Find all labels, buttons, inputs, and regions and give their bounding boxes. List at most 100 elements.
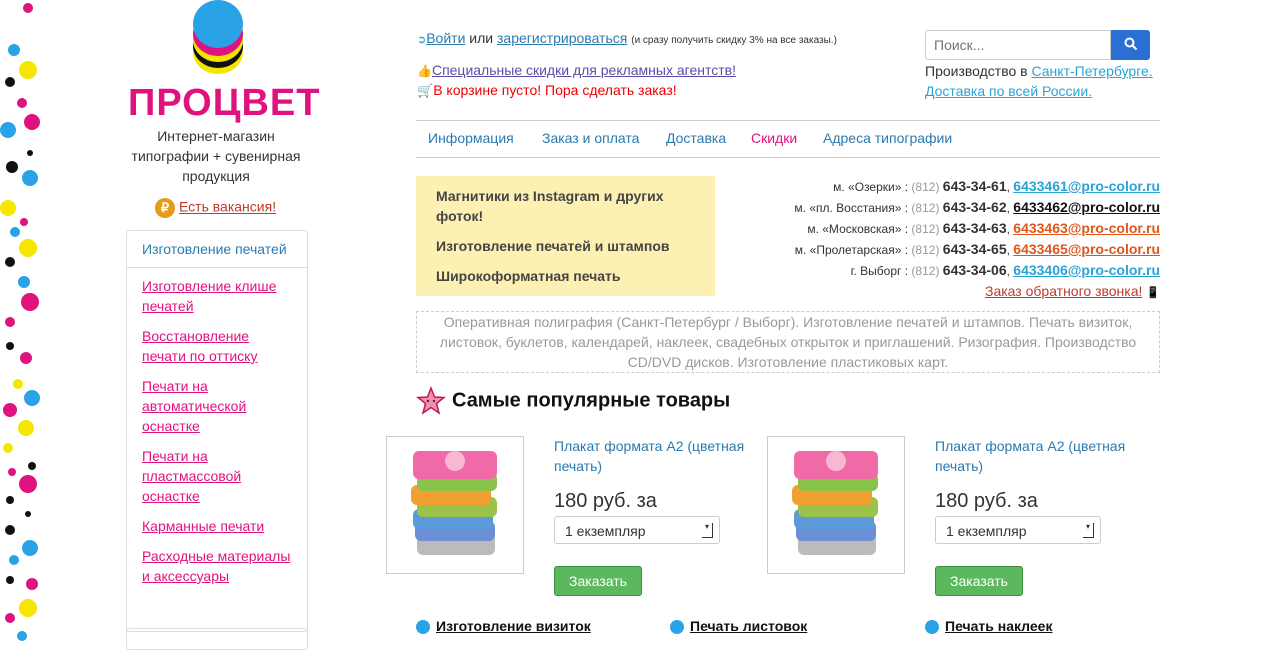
category-link-label[interactable]: Изготовление визиток — [436, 618, 591, 634]
cart-text[interactable]: В корзине пусто! Пора сделать заказ! — [433, 82, 676, 98]
callback-link[interactable]: Заказ обратного звонка! — [985, 283, 1142, 299]
popular-heading: Самые популярные товары — [416, 386, 730, 416]
product-image[interactable] — [767, 436, 905, 574]
contact-row: м. «Пролетарская» : (812) 643-34-65, 643… — [794, 241, 1160, 257]
sidebar-item-link[interactable]: Карманные печати — [142, 518, 264, 534]
sidebar-second-block — [126, 628, 308, 650]
vacancy-link[interactable]: Есть вакансия! — [179, 199, 276, 215]
nav-item-delivery[interactable]: Доставка — [666, 130, 726, 146]
chevron-down-icon: ▾ — [1083, 523, 1094, 538]
callback: Заказ обратного звонка! 📱 — [985, 283, 1160, 299]
search-input[interactable] — [925, 30, 1111, 60]
category-link: Печать наклеек — [925, 618, 1052, 635]
product-card: Плакат формата А2 (цветная печать) 180 р… — [386, 436, 756, 606]
sidebar-item: Печати на пластмассовой оснастке — [142, 446, 292, 506]
promo-item[interactable]: Изготовление печатей и штампов — [436, 236, 696, 256]
ruble-icon: ₽ — [155, 198, 175, 218]
login-link[interactable]: Войти — [426, 30, 465, 46]
contact-metro: м. «Пролетарская» : — [794, 243, 909, 257]
main-nav: Информация Заказ и оплата Доставка Скидк… — [416, 120, 1160, 158]
product-image[interactable] — [386, 436, 524, 574]
sidebar-item: Печати на автоматической оснастке — [142, 376, 292, 436]
product-card: Плакат формата А2 (цветная печать) 180 р… — [767, 436, 1137, 606]
quantity-select-value: 1 екземпляр — [946, 523, 1027, 539]
search-button[interactable] — [1111, 30, 1150, 60]
contact-phone: 643-34-61 — [942, 178, 1007, 194]
category-link-label[interactable]: Печать листовок — [690, 618, 807, 634]
thumbs-up-icon: 👍 — [417, 64, 432, 78]
promo-item[interactable]: Магнитики из Instagram и других фоток! — [436, 186, 696, 226]
register-note: (и сразу получить скидку 3% на все заказ… — [631, 35, 837, 46]
contact-metro: г. Выборг : — [850, 264, 909, 278]
contact-phone: 643-34-06 — [942, 262, 1007, 278]
phone-icon: 📱 — [1146, 287, 1160, 299]
site-description: Оперативная полиграфия (Санкт-Петербург … — [416, 311, 1160, 373]
sidebar-item-link[interactable]: Изготовление клише печатей — [142, 278, 276, 314]
sidebar-item: Карманные печати — [142, 516, 292, 536]
quantity-select[interactable]: 1 екземпляр ▾ — [554, 516, 720, 544]
login-icon: ➲ — [417, 34, 427, 46]
contact-email[interactable]: 6433463@pro-color.ru — [1013, 220, 1160, 236]
contact-row: м. «Московская» : (812) 643-34-63, 64334… — [807, 220, 1160, 236]
sidebar-item-link[interactable]: Печати на пластмассовой оснастке — [142, 448, 241, 504]
product-image-graphic — [411, 451, 497, 555]
sidebar: Изготовление печатей Изготовление клише … — [126, 230, 308, 632]
sidebar-item: Расходные материалы и аксессуары — [142, 546, 292, 586]
tagline: Интернет-магазин типографии + сувенирная… — [131, 128, 301, 184]
sidebar-item-link[interactable]: Восстановление печати по оттиску — [142, 328, 257, 364]
popular-title: Самые популярные товары — [452, 389, 731, 412]
category-link-label[interactable]: Печать наклеек — [945, 618, 1052, 634]
order-button[interactable]: Заказать — [935, 566, 1023, 596]
vacancy: ₽ Есть вакансия! — [155, 198, 276, 218]
contact-metro: м. «Озерки» : — [833, 180, 909, 194]
contact-email[interactable]: 6433465@pro-color.ru — [1013, 241, 1160, 257]
quantity-select[interactable]: 1 екземпляр ▾ — [935, 516, 1101, 544]
sidebar-item-link[interactable]: Печати на автоматической оснастке — [142, 378, 246, 434]
bullet-icon — [670, 620, 684, 635]
category-link: Печать листовок — [670, 618, 807, 635]
star-icon — [416, 386, 446, 415]
product-title[interactable]: Плакат формата А2 (цветная печать) — [554, 436, 754, 476]
contact-row: м. «Озерки» : (812) 643-34-61, 6433461@p… — [833, 178, 1160, 194]
contact-email[interactable]: 6433406@pro-color.ru — [1013, 262, 1160, 278]
promo-item[interactable]: Широкоформатная печать — [436, 266, 696, 286]
sidebar-item-link[interactable]: Расходные материалы и аксессуары — [142, 548, 290, 584]
contact-email[interactable]: 6433461@pro-color.ru — [1013, 178, 1160, 194]
bullet-icon — [925, 620, 939, 635]
city-link[interactable]: Санкт-Петербурге. — [1032, 63, 1153, 79]
contact-email[interactable]: 6433462@pro-color.ru — [1013, 199, 1160, 215]
contact-phone: 643-34-65 — [942, 241, 1007, 257]
or-text: или — [469, 30, 494, 46]
delivery-link[interactable]: Доставка по всей России. — [925, 83, 1092, 99]
sidebar-heading[interactable]: Изготовление печатей — [127, 231, 307, 268]
category-link: Изготовление визиток — [416, 618, 591, 635]
contact-phone: 643-34-62 — [942, 199, 1007, 215]
order-button[interactable]: Заказать — [554, 566, 642, 596]
search-icon — [1124, 37, 1137, 50]
special-discounts-link[interactable]: Специальные скидки для рекламных агентст… — [432, 62, 736, 78]
city-info: Производство в Санкт-Петербурге. Доставк… — [925, 61, 1153, 101]
contact-metro: м. «пл. Восстания» : — [794, 201, 909, 215]
search-bar — [925, 30, 1150, 60]
contact-code: (812) — [911, 222, 940, 236]
promo-box: Магнитики из Instagram и других фоток! И… — [416, 176, 715, 296]
nav-item-addresses[interactable]: Адреса типографии — [823, 130, 952, 146]
contact-row: г. Выборг : (812) 643-34-06, 6433406@pro… — [850, 262, 1160, 278]
sidebar-item: Восстановление печати по оттиску — [142, 326, 292, 366]
nav-item-order-payment[interactable]: Заказ и оплата — [542, 130, 639, 146]
contact-phone: 643-34-63 — [942, 220, 1007, 236]
nav-item-info[interactable]: Информация — [428, 130, 514, 146]
product-title[interactable]: Плакат формата А2 (цветная печать) — [935, 436, 1135, 476]
nav-item-discounts[interactable]: Скидки — [751, 130, 797, 146]
product-price: 180 руб. за — [554, 490, 657, 512]
contact-code: (812) — [911, 243, 940, 257]
cart-icon: 🛒 — [417, 83, 434, 98]
chevron-down-icon: ▾ — [702, 523, 713, 538]
special-discounts: 👍Специальные скидки для рекламных агентс… — [417, 62, 736, 78]
auth-links: ➲Войти или зарегистрироваться (и сразу п… — [417, 30, 837, 46]
product-price: 180 руб. за — [935, 490, 1038, 512]
logo-text[interactable]: ПРОЦВЕТ — [128, 82, 320, 125]
register-link[interactable]: зарегистрироваться — [497, 30, 627, 46]
quantity-select-value: 1 екземпляр — [565, 523, 646, 539]
decorative-dots — [0, 3, 40, 641]
